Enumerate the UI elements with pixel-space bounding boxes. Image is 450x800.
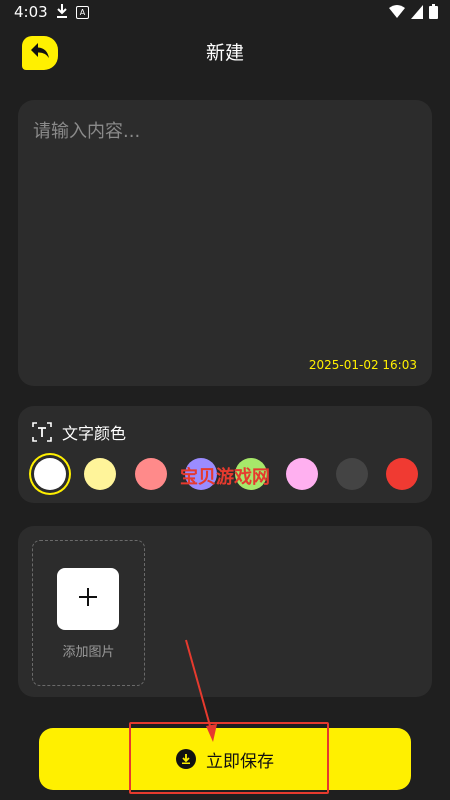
annotation-arrow: [185, 639, 217, 742]
